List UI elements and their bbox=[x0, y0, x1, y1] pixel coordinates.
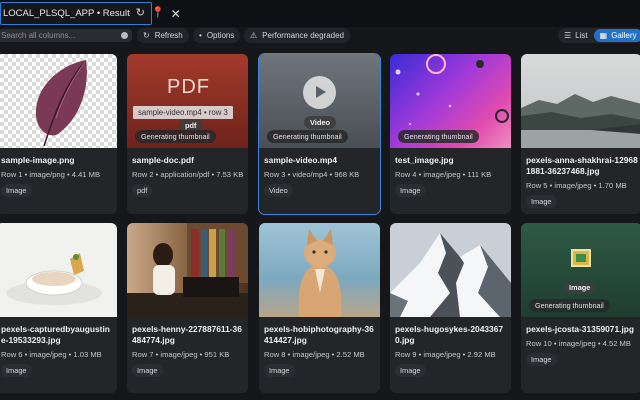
gallery-card[interactable]: sample-image.png Row 1 • image/png • 4.4… bbox=[0, 54, 117, 214]
card-type-badge: Image bbox=[395, 364, 426, 377]
card-meta: Row 2 • application/pdf • 7.53 KB bbox=[132, 170, 244, 179]
thumbnail-leaf bbox=[0, 54, 117, 148]
gallery-card[interactable]: Generating thumbnail test_image.jpg Row … bbox=[390, 54, 511, 214]
generating-thumbnail-label: Generating thumbnail bbox=[529, 299, 610, 312]
card-name: pexels-hobiphotography-36414427.jpg bbox=[264, 324, 374, 345]
performance-label: Performance degraded bbox=[262, 31, 344, 40]
refresh-label: Refresh bbox=[154, 31, 183, 40]
toolbar: ↻ Refresh • Options ⚠ Performance degrad… bbox=[0, 27, 640, 45]
gallery-card[interactable]: pexels-henny-227887611-36484774.jpg Row … bbox=[127, 223, 248, 393]
gallery-card[interactable]: PDF sample-video.mp4 • row 3 pdf Generat… bbox=[127, 54, 248, 214]
gallery-card[interactable]: pexels-capturedbyaugustine-19533293.jpg … bbox=[0, 223, 117, 393]
gallery-card[interactable]: pexels-hugosykes-20433670.jpg Row 9 • im… bbox=[390, 223, 511, 393]
card-meta: Row 9 • image/jpeg • 2.92 MB bbox=[395, 350, 496, 359]
image-icon bbox=[571, 249, 591, 267]
refresh-icon[interactable]: ↻ bbox=[136, 8, 145, 19]
view-gallery-button[interactable]: ▦ Gallery bbox=[593, 29, 640, 42]
card-type-badge: Image bbox=[264, 364, 295, 377]
card-type-badge: Image bbox=[395, 184, 426, 197]
gallery-icon: ▦ bbox=[599, 31, 608, 40]
card-meta: Row 4 • image/jpeg • 111 KB bbox=[395, 170, 492, 179]
thumbnail-piano bbox=[127, 223, 248, 317]
card-meta: Row 6 • image/jpeg • 1.03 MB bbox=[1, 350, 102, 359]
options-button[interactable]: • Options bbox=[193, 28, 241, 43]
card-name: sample-doc.pdf bbox=[132, 155, 194, 165]
thumbnail-lake bbox=[521, 54, 640, 148]
close-icon[interactable]: ✕ bbox=[171, 8, 181, 20]
thumbnail-placeholder: Image Generating thumbnail bbox=[521, 223, 640, 317]
card-type-badge: pdf bbox=[132, 184, 153, 197]
gallery-card-selected[interactable]: Video Generating thumbnail sample-video.… bbox=[258, 53, 381, 215]
pdf-thumb-text: PDF bbox=[167, 76, 210, 98]
search-icon[interactable] bbox=[121, 32, 128, 39]
card-meta: Row 7 • image/jpeg • 951 KB bbox=[132, 350, 230, 359]
pin-icon[interactable]: 📍 bbox=[151, 8, 165, 19]
view-gallery-label: Gallery bbox=[611, 31, 637, 40]
card-meta: Row 10 • image/jpeg • 4.52 MB bbox=[526, 339, 631, 348]
card-type-badge: Image bbox=[132, 364, 163, 377]
card-type-badge: Image bbox=[526, 195, 557, 208]
card-name: test_image.jpg bbox=[395, 155, 454, 165]
thumbnail-pdf: PDF sample-video.mp4 • row 3 pdf Generat… bbox=[127, 54, 248, 148]
thumbnail-mountain bbox=[390, 223, 511, 317]
view-list-label: List bbox=[575, 31, 588, 40]
card-name: sample-image.png bbox=[1, 155, 75, 165]
warning-icon: ⚠ bbox=[250, 31, 258, 40]
play-icon[interactable] bbox=[303, 76, 336, 109]
card-meta: Row 5 • image/jpeg • 1.70 MB bbox=[526, 181, 627, 190]
thumbnail-bubbles: Generating thumbnail bbox=[390, 54, 511, 148]
tab-title: LOCAL_PLSQL_APP • Result bbox=[3, 8, 130, 19]
card-name: pexels-capturedbyaugustine-19533293.jpg bbox=[1, 324, 110, 345]
card-name: sample-video.mp4 bbox=[264, 155, 338, 165]
view-list-button[interactable]: ☰ List bbox=[558, 29, 594, 42]
refresh-button[interactable]: ↻ Refresh bbox=[137, 28, 189, 43]
video-type-chip: Video bbox=[304, 116, 336, 129]
search-box bbox=[0, 29, 132, 42]
image-type-chip: Image bbox=[563, 281, 597, 294]
performance-badge[interactable]: ⚠ Performance degraded bbox=[244, 28, 350, 43]
thumbnail-video: Video Generating thumbnail bbox=[259, 54, 380, 148]
card-name: pexels-jcosta-31359071.jpg bbox=[526, 324, 635, 334]
generating-thumbnail-label: Generating thumbnail bbox=[267, 130, 348, 143]
thumbnail-cat bbox=[259, 223, 380, 317]
card-name: pexels-anna-shakhrai-129681881-36237468.… bbox=[526, 155, 638, 176]
card-name: pexels-hugosykes-20433670.jpg bbox=[395, 324, 504, 345]
card-type-badge: Image bbox=[526, 353, 557, 366]
result-tab[interactable]: LOCAL_PLSQL_APP • Result ↻ 📍 ✕ bbox=[0, 2, 181, 25]
search-input[interactable] bbox=[0, 31, 116, 40]
gallery-grid: sample-image.png Row 1 • image/png • 4.4… bbox=[0, 45, 640, 400]
card-name: pexels-henny-227887611-36484774.jpg bbox=[132, 324, 242, 345]
card-type-badge: Image bbox=[1, 184, 32, 197]
view-toggle: ☰ List ▦ Gallery bbox=[558, 28, 640, 43]
gallery-card[interactable]: pexels-hobiphotography-36414427.jpg Row … bbox=[259, 223, 380, 393]
generating-thumbnail-label: Generating thumbnail bbox=[135, 130, 216, 143]
refresh-icon: ↻ bbox=[143, 31, 150, 40]
card-meta: Row 3 • video/mp4 • 968 KB bbox=[264, 170, 360, 179]
options-dot-icon: • bbox=[199, 31, 202, 40]
options-label: Options bbox=[206, 31, 235, 40]
card-meta: Row 1 • image/png • 4.41 MB bbox=[1, 170, 101, 179]
card-type-badge: Image bbox=[1, 364, 32, 377]
card-type-badge: Video bbox=[264, 184, 293, 197]
tab-bar: LOCAL_PLSQL_APP • Result ↻ 📍 ✕ bbox=[0, 0, 640, 27]
generating-thumbnail-label: Generating thumbnail bbox=[398, 130, 479, 143]
card-meta: Row 8 • image/jpeg • 2.52 MB bbox=[264, 350, 365, 359]
hover-tooltip: sample-video.mp4 • row 3 bbox=[133, 106, 233, 119]
list-icon: ☰ bbox=[564, 31, 572, 40]
thumbnail-bowl bbox=[0, 223, 117, 317]
gallery-card[interactable]: pexels-anna-shakhrai-129681881-36237468.… bbox=[521, 54, 640, 214]
gallery-card[interactable]: Image Generating thumbnail pexels-jcosta… bbox=[521, 223, 640, 393]
